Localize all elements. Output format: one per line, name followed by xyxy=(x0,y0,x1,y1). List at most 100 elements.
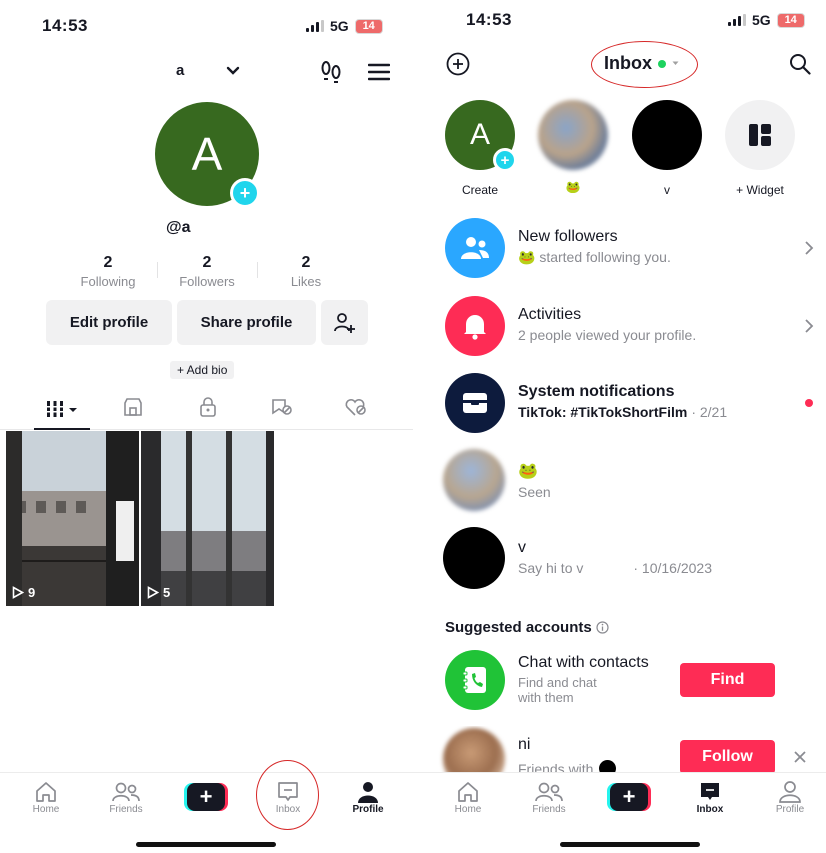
annotation-circle xyxy=(256,760,319,830)
contacts-book-icon xyxy=(462,667,486,693)
chevron-right-icon xyxy=(805,319,814,333)
inbox-row-activities[interactable]: Activities 2 people viewed your profile. xyxy=(413,296,826,356)
contacts-avatar xyxy=(445,650,505,710)
stat-following-label: Following xyxy=(80,274,136,289)
home-icon xyxy=(458,782,478,802)
dismiss-icon[interactable] xyxy=(793,750,807,764)
battery-icon: 14 xyxy=(354,18,383,34)
inbox-row-system-notifications[interactable]: System notifications TikTok: #TikTokShor… xyxy=(413,373,826,433)
row-title: 🐸 xyxy=(518,463,538,480)
row-subtitle: Friends with xyxy=(518,760,594,773)
row-title: Activities xyxy=(518,306,582,323)
story-avatar[interactable] xyxy=(538,100,608,170)
add-story-button[interactable]: + xyxy=(493,148,517,172)
row-date: · 10/16/2023 xyxy=(633,560,712,576)
suggested-heading-text: Suggested accounts xyxy=(445,619,592,636)
follow-button[interactable]: Follow xyxy=(680,740,775,772)
status-time: 14:53 xyxy=(42,16,88,35)
add-person-icon xyxy=(333,312,355,333)
inbox-screen: 14:53 5G 14 Inbox A + Create 🐸 v + Widge… xyxy=(413,0,826,853)
inbox-row-chat[interactable]: 🐸 Seen xyxy=(413,449,826,511)
suggested-avatar xyxy=(443,728,505,772)
video-thumbnail[interactable]: 5 xyxy=(141,431,274,606)
view-count: 5 xyxy=(147,585,170,600)
repost-hidden-icon[interactable] xyxy=(271,397,293,417)
share-profile-button[interactable]: Share profile xyxy=(177,300,316,345)
friends-icon xyxy=(535,782,563,802)
row-subtitle: Find and chat with them xyxy=(518,675,597,705)
search-icon[interactable] xyxy=(789,53,811,75)
tabbar-profile[interactable]: Profile xyxy=(343,780,393,815)
network-label: 5G xyxy=(752,12,771,28)
edit-profile-button[interactable]: Edit profile xyxy=(46,300,172,345)
story-label: v xyxy=(664,183,670,197)
footprints-icon[interactable] xyxy=(320,60,342,84)
create-plus-icon: + xyxy=(184,783,228,811)
tabbar-friends[interactable]: Friends xyxy=(524,780,574,815)
tabbar-home[interactable]: Home xyxy=(443,780,493,815)
tabbar-home-label: Home xyxy=(454,804,482,815)
row-subtitle: 🐸 started following you. xyxy=(518,249,671,265)
mutual-friend-avatar xyxy=(599,760,617,772)
stat-following-value: 2 xyxy=(103,254,113,271)
row-subtitle: Seen xyxy=(518,484,551,500)
home-icon xyxy=(36,782,56,802)
story-label: + Widget xyxy=(736,183,784,197)
row-subtitle: TikTok: #TikTokShortFilm xyxy=(518,404,688,420)
tabbar-profile-label: Profile xyxy=(775,804,805,815)
stat-likes-label: Likes xyxy=(290,274,322,289)
signal-icon xyxy=(728,14,746,26)
tabbar-friends[interactable]: Friends xyxy=(101,780,151,815)
stat-likes[interactable]: 2 Likes xyxy=(258,254,354,289)
system-notifications-avatar xyxy=(445,373,505,433)
battery-icon: 14 xyxy=(776,12,805,28)
row-title: New followers xyxy=(518,228,618,245)
add-icon[interactable] xyxy=(446,52,470,76)
people-icon xyxy=(461,237,489,259)
story-avatar[interactable] xyxy=(632,100,702,170)
add-bio-button[interactable]: + Add bio xyxy=(170,361,235,379)
video-thumbnail[interactable]: 9 xyxy=(6,431,139,606)
inbox-row-chat[interactable]: v Say hi to v · 10/16/2023 xyxy=(413,527,826,589)
play-icon xyxy=(12,586,24,599)
profile-screen: 14:53 5G 14 a A + @a 2 Following 2 Follo… xyxy=(0,0,413,853)
stat-followers[interactable]: 2 Followers xyxy=(159,254,255,289)
activities-avatar xyxy=(445,296,505,356)
tabbar-home[interactable]: Home xyxy=(21,780,71,815)
unread-dot xyxy=(805,399,813,407)
tabbar-profile[interactable]: Profile xyxy=(765,780,815,815)
grid-icon xyxy=(46,401,64,417)
account-switcher[interactable]: a xyxy=(176,62,240,79)
menu-icon[interactable] xyxy=(368,63,390,81)
inbox-icon xyxy=(701,783,719,800)
create-button[interactable]: + xyxy=(184,783,228,811)
username: a xyxy=(176,62,185,79)
widget-button[interactable] xyxy=(725,100,795,170)
lock-icon[interactable] xyxy=(198,397,218,417)
find-button[interactable]: Find xyxy=(680,663,775,697)
status-indicators: 5G 14 xyxy=(306,18,383,34)
info-icon[interactable] xyxy=(596,621,609,634)
home-indicator xyxy=(136,842,276,847)
profile-handle: @a xyxy=(166,219,191,236)
stat-likes-value: 2 xyxy=(301,254,311,271)
status-indicators: 5G 14 xyxy=(728,12,805,28)
annotation-circle xyxy=(591,41,698,88)
create-button[interactable]: + xyxy=(607,783,651,811)
tabbar-inbox[interactable]: Inbox xyxy=(685,780,735,815)
tab-videos[interactable] xyxy=(34,398,90,430)
chevron-right-icon xyxy=(805,241,814,255)
tabbar-friends-label: Friends xyxy=(532,804,566,815)
chat-avatar xyxy=(443,527,505,589)
row-title: v xyxy=(518,539,526,556)
add-photo-button[interactable]: + xyxy=(230,178,260,208)
inbox-tray-icon xyxy=(463,393,487,413)
liked-hidden-icon[interactable] xyxy=(344,397,368,417)
story-label: Create xyxy=(461,183,499,197)
stat-following[interactable]: 2 Following xyxy=(60,254,156,289)
bell-icon xyxy=(464,315,486,340)
inbox-row-new-followers[interactable]: New followers 🐸 started following you. xyxy=(413,218,826,278)
shop-icon[interactable] xyxy=(123,397,143,417)
add-friend-button[interactable] xyxy=(321,300,368,345)
story-label: 🐸 xyxy=(565,180,581,194)
